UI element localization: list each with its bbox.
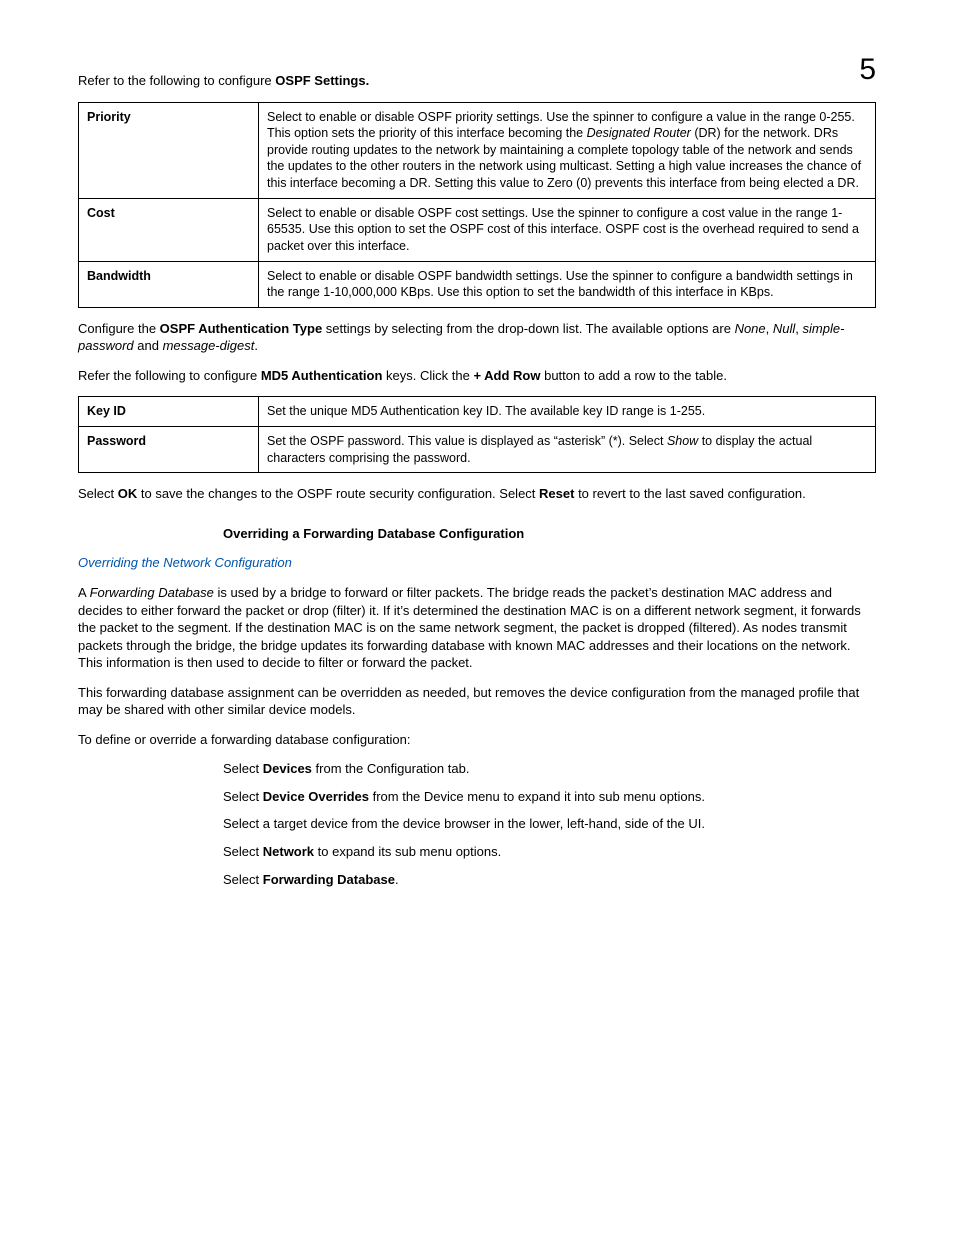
forwarding-db-description: A Forwarding Database is used by a bridg… bbox=[78, 584, 876, 672]
intro-text: Refer to the following to configure bbox=[78, 73, 275, 88]
procedure-step: Select Device Overrides from the Device … bbox=[223, 788, 876, 806]
intro-paragraph: Refer to the following to configure OSPF… bbox=[78, 72, 876, 90]
table-row-label: Cost bbox=[79, 198, 259, 261]
intro-bold: OSPF Settings. bbox=[275, 73, 369, 88]
table-row: BandwidthSelect to enable or disable OSP… bbox=[79, 261, 876, 307]
procedure-step: Select Devices from the Configuration ta… bbox=[223, 760, 876, 778]
forwarding-db-override-note: This forwarding database assignment can … bbox=[78, 684, 876, 719]
table-row-label: Password bbox=[79, 427, 259, 473]
procedure-steps: Select Devices from the Configuration ta… bbox=[223, 760, 876, 888]
ospf-settings-table: PrioritySelect to enable or disable OSPF… bbox=[78, 102, 876, 308]
ospf-auth-type-paragraph: Configure the OSPF Authentication Type s… bbox=[78, 320, 876, 355]
table-row-label: Bandwidth bbox=[79, 261, 259, 307]
procedure-step: Select a target device from the device b… bbox=[223, 815, 876, 833]
table-row-label: Key ID bbox=[79, 397, 259, 427]
md5-auth-paragraph: Refer the following to configure MD5 Aut… bbox=[78, 367, 876, 385]
chapter-number: 5 bbox=[859, 50, 876, 91]
table-row-label: Priority bbox=[79, 102, 259, 198]
table-row: PrioritySelect to enable or disable OSPF… bbox=[79, 102, 876, 198]
procedure-step: Select Forwarding Database. bbox=[223, 871, 876, 889]
table-row: PasswordSet the OSPF password. This valu… bbox=[79, 427, 876, 473]
md5-auth-table: Key IDSet the unique MD5 Authentication … bbox=[78, 396, 876, 473]
table-row-description: Select to enable or disable OSPF priorit… bbox=[259, 102, 876, 198]
table-row: Key IDSet the unique MD5 Authentication … bbox=[79, 397, 876, 427]
table-row: CostSelect to enable or disable OSPF cos… bbox=[79, 198, 876, 261]
table-row-description: Select to enable or disable OSPF bandwid… bbox=[259, 261, 876, 307]
table-row-description: Set the OSPF password. This value is dis… bbox=[259, 427, 876, 473]
table-row-description: Select to enable or disable OSPF cost se… bbox=[259, 198, 876, 261]
procedure-step: Select Network to expand its sub menu op… bbox=[223, 843, 876, 861]
save-reset-paragraph: Select OK to save the changes to the OSP… bbox=[78, 485, 876, 503]
table-row-description: Set the unique MD5 Authentication key ID… bbox=[259, 397, 876, 427]
cross-reference-link[interactable]: Overriding the Network Configuration bbox=[78, 555, 292, 570]
section-heading-forwarding-db: Overriding a Forwarding Database Configu… bbox=[223, 525, 876, 543]
forwarding-db-procedure-intro: To define or override a forwarding datab… bbox=[78, 731, 876, 749]
